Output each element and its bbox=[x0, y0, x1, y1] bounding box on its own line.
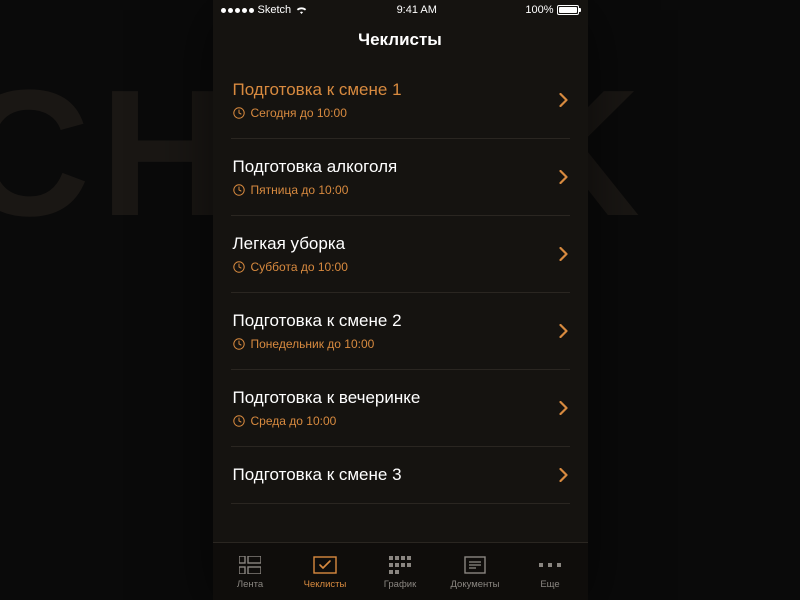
status-left: Sketch bbox=[221, 4, 309, 16]
more-icon bbox=[538, 554, 562, 576]
checklist-row[interactable]: Подготовка к вечеринке Среда до 10:00 bbox=[231, 370, 570, 447]
chevron-right-icon bbox=[559, 93, 568, 107]
checklist-row[interactable]: Подготовка к смене 3 bbox=[231, 447, 570, 504]
chevron-right-icon bbox=[559, 170, 568, 184]
checklist-list[interactable]: Подготовка к смене 1Сегодня до 10:00Подг… bbox=[213, 64, 588, 542]
row-title: Подготовка к смене 2 bbox=[233, 311, 402, 331]
row-text: Легкая уборка Суббота до 10:00 bbox=[233, 234, 348, 274]
documents-icon bbox=[463, 554, 487, 576]
battery-percent: 100% bbox=[525, 4, 553, 16]
checklist-row[interactable]: Подготовка алкоголя Пятница до 10:00 bbox=[231, 139, 570, 216]
schedule-icon bbox=[388, 554, 412, 576]
row-due: Сегодня до 10:00 bbox=[233, 106, 402, 120]
row-title: Подготовка к смене 3 bbox=[233, 465, 402, 485]
row-due: Понедельник до 10:00 bbox=[233, 337, 402, 351]
row-due-text: Суббота до 10:00 bbox=[251, 260, 348, 274]
clock-icon bbox=[233, 184, 245, 196]
tab-label: Документы bbox=[451, 579, 500, 590]
checklist-row[interactable]: Легкая уборка Суббота до 10:00 bbox=[231, 216, 570, 293]
chevron-right-icon bbox=[559, 468, 568, 482]
chevron-right-icon bbox=[559, 324, 568, 338]
row-text: Подготовка алкоголя Пятница до 10:00 bbox=[233, 157, 398, 197]
clock-icon bbox=[233, 261, 245, 273]
signal-icon bbox=[221, 8, 254, 13]
wifi-icon bbox=[295, 5, 308, 15]
row-due: Среда до 10:00 bbox=[233, 414, 421, 428]
row-title: Подготовка к вечеринке bbox=[233, 388, 421, 408]
tab-feed[interactable]: Лента bbox=[213, 543, 288, 600]
tab-label: График bbox=[384, 579, 416, 590]
row-title: Подготовка к смене 1 bbox=[233, 80, 402, 100]
tab-checklist[interactable]: Чеклисты bbox=[288, 543, 363, 600]
checklist-icon bbox=[313, 554, 337, 576]
status-bar: Sketch 9:41 AM 100% bbox=[213, 0, 588, 20]
row-text: Подготовка к смене 1 Сегодня до 10:00 bbox=[233, 80, 402, 120]
feed-icon bbox=[238, 554, 262, 576]
row-due-text: Сегодня до 10:00 bbox=[251, 106, 347, 120]
row-due: Суббота до 10:00 bbox=[233, 260, 348, 274]
tab-label: Чеклисты bbox=[304, 579, 347, 590]
checklist-row[interactable]: Подготовка к смене 1 Сегодня до 10:00 bbox=[231, 64, 570, 139]
row-text: Подготовка к вечеринке Среда до 10:00 bbox=[233, 388, 421, 428]
page-title: Чеклисты bbox=[213, 20, 588, 64]
chevron-right-icon bbox=[559, 401, 568, 415]
row-due-text: Понедельник до 10:00 bbox=[251, 337, 375, 351]
row-title: Легкая уборка bbox=[233, 234, 348, 254]
row-due-text: Среда до 10:00 bbox=[251, 414, 337, 428]
battery-icon bbox=[557, 5, 579, 15]
row-due-text: Пятница до 10:00 bbox=[251, 183, 349, 197]
tab-bar: Лента Чеклисты График Документы Еще bbox=[213, 542, 588, 600]
tab-label: Лента bbox=[237, 579, 263, 590]
tab-documents[interactable]: Документы bbox=[438, 543, 513, 600]
clock-icon bbox=[233, 338, 245, 350]
tab-more[interactable]: Еще bbox=[513, 543, 588, 600]
status-right: 100% bbox=[525, 4, 579, 16]
tab-schedule[interactable]: График bbox=[363, 543, 438, 600]
phone-frame: Sketch 9:41 AM 100% Чеклисты Подготовка … bbox=[213, 0, 588, 600]
row-text: Подготовка к смене 3 bbox=[233, 465, 402, 485]
carrier-label: Sketch bbox=[258, 4, 292, 16]
row-due: Пятница до 10:00 bbox=[233, 183, 398, 197]
clock-icon bbox=[233, 415, 245, 427]
status-time: 9:41 AM bbox=[397, 4, 437, 16]
chevron-right-icon bbox=[559, 247, 568, 261]
row-text: Подготовка к смене 2 Понедельник до 10:00 bbox=[233, 311, 402, 351]
tab-label: Еще bbox=[540, 579, 559, 590]
row-title: Подготовка алкоголя bbox=[233, 157, 398, 177]
clock-icon bbox=[233, 107, 245, 119]
checklist-row[interactable]: Подготовка к смене 2 Понедельник до 10:00 bbox=[231, 293, 570, 370]
